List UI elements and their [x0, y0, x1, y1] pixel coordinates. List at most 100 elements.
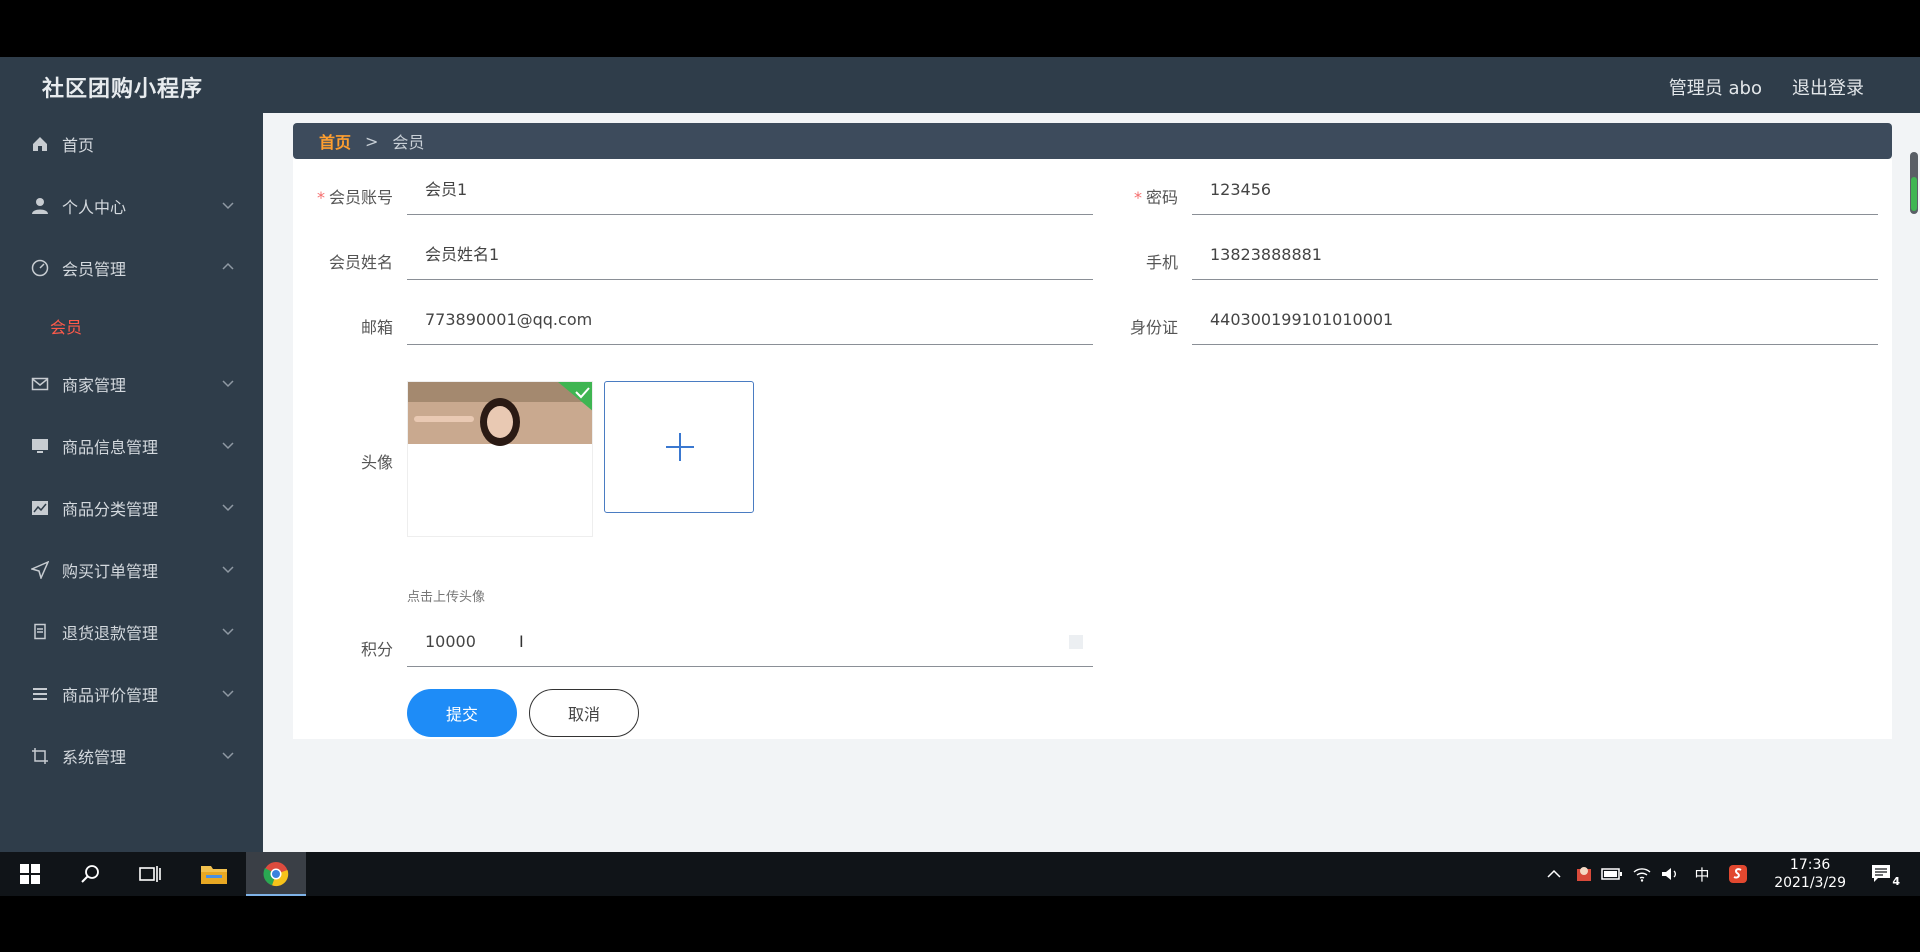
password-field: * 密码 123456: [1078, 169, 1878, 219]
windows-taskbar: 中 17:36 2021/3/29 4: [0, 852, 1920, 896]
required-marker: *: [316, 188, 325, 207]
email-input[interactable]: 773890001@qq.com: [407, 303, 1093, 345]
sidebar-item-label: 退货退款管理: [62, 624, 159, 643]
sidebar-item-purchase-orders[interactable]: 购买订单管理: [0, 539, 263, 601]
text-cursor-icon: I: [519, 632, 524, 651]
sidebar: 首页 个人中心 会员管理 会员 商家管理 商品信息管理 商品分类管理 购买订单管…: [0, 113, 263, 895]
chevron-down-icon: [222, 504, 234, 512]
sidebar-item-label: 首页: [62, 136, 95, 155]
chrome-icon[interactable]: [260, 858, 292, 890]
sidebar-item-label: 商品分类管理: [62, 500, 159, 519]
phone-input[interactable]: 13823888881: [1192, 238, 1878, 280]
avatar-preview[interactable]: [407, 381, 593, 537]
task-view-icon[interactable]: [134, 858, 166, 890]
chevron-up-icon: [222, 262, 234, 270]
notifications-icon[interactable]: 4: [1866, 858, 1900, 890]
mail-icon: [30, 374, 50, 394]
account-input[interactable]: 会员1: [407, 173, 1093, 215]
receipt-icon: [30, 622, 50, 642]
chevron-down-icon: [222, 442, 234, 450]
cancel-button[interactable]: 取消: [529, 689, 639, 737]
submit-button[interactable]: 提交: [407, 689, 517, 737]
sidebar-item-product-category[interactable]: 商品分类管理: [0, 477, 263, 539]
sidebar-item-profile[interactable]: 个人中心: [0, 175, 263, 237]
chevron-down-icon: [222, 690, 234, 698]
sidebar-item-product-reviews[interactable]: 商品评价管理: [0, 663, 263, 725]
chevron-down-icon: [222, 202, 234, 210]
top-header: 社区团购小程序 管理员 abo 退出登录: [0, 57, 1920, 113]
chevron-down-icon: [222, 628, 234, 636]
breadcrumb: 首页 > 会员: [293, 123, 1892, 159]
sidebar-item-label: 个人中心: [62, 198, 127, 217]
email-label: 邮箱: [360, 318, 393, 337]
chevron-down-icon: [222, 566, 234, 574]
email-field: 邮箱 773890001@qq.com: [293, 299, 1093, 349]
sidebar-item-label: 商品信息管理: [62, 438, 159, 457]
admin-user-label[interactable]: 管理员 abo: [1669, 74, 1762, 100]
list-icon: [30, 684, 50, 704]
sidebar-item-product-info[interactable]: 商品信息管理: [0, 415, 263, 477]
points-value: 10000: [425, 632, 476, 651]
points-field: 积分 10000 I: [293, 621, 1093, 671]
show-hidden-icons-icon[interactable]: [1538, 858, 1570, 890]
ime-indicator[interactable]: 中: [1686, 858, 1718, 890]
search-icon[interactable]: [74, 858, 106, 890]
chevron-down-icon: [222, 380, 234, 388]
breadcrumb-home-link[interactable]: 首页: [319, 129, 351, 153]
password-label: * 密码: [1133, 188, 1178, 207]
sidebar-item-system-management[interactable]: 系统管理: [0, 725, 263, 787]
name-input[interactable]: 会员姓名1: [407, 238, 1093, 280]
windows-start-icon[interactable]: [14, 858, 46, 890]
id-card-input[interactable]: 440300199101010001: [1192, 303, 1878, 345]
plus-icon: [666, 433, 694, 461]
chevron-down-icon: [222, 752, 234, 760]
send-icon: [30, 560, 50, 580]
main-content: 首页 > 会员 * 会员账号 会员1 * 密码 123456 会员姓名 会员姓名1 …: [263, 113, 1920, 895]
volume-icon[interactable]: [1654, 858, 1686, 890]
phone-label: 手机: [1145, 253, 1178, 272]
phone-field: 手机 13823888881: [1078, 234, 1878, 284]
file-explorer-icon[interactable]: [198, 858, 230, 890]
sidebar-item-home[interactable]: 首页: [0, 113, 263, 175]
id-card-label: 身份证: [1129, 318, 1178, 337]
taskbar-clock[interactable]: 17:36 2021/3/29: [1774, 856, 1846, 892]
header-actions: 管理员 abo 退出登录: [1669, 74, 1864, 100]
points-input[interactable]: 10000 I: [407, 625, 1093, 667]
clock-date: 2021/3/29: [1774, 875, 1846, 891]
breadcrumb-separator: >: [365, 131, 379, 151]
sogou-input-icon[interactable]: [1722, 858, 1754, 890]
app-title: 社区团购小程序: [42, 77, 204, 102]
sidebar-item-label: 商家管理: [62, 376, 127, 395]
notification-badge: 4: [1892, 875, 1900, 888]
scrollbar-indicator: [1911, 177, 1917, 211]
name-field: 会员姓名 会员姓名1: [293, 234, 1093, 284]
sidebar-item-label: 系统管理: [62, 748, 127, 767]
sidebar-subitem-member[interactable]: 会员: [0, 299, 263, 353]
avatar-upload-button[interactable]: [604, 381, 754, 513]
sidebar-item-returns-refunds[interactable]: 退货退款管理: [0, 601, 263, 663]
upload-hint: 点击上传头像: [407, 590, 486, 605]
breadcrumb-current: 会员: [392, 133, 425, 152]
monitor-icon: [30, 436, 50, 456]
crop-icon: [30, 746, 50, 766]
points-label: 积分: [360, 640, 393, 659]
sidebar-item-label: 会员管理: [62, 260, 127, 279]
sidebar-item-member-management[interactable]: 会员管理: [0, 237, 263, 299]
id-card-field: 身份证 440300199101010001: [1078, 299, 1878, 349]
home-icon: [30, 134, 50, 154]
logout-link[interactable]: 退出登录: [1792, 74, 1864, 100]
required-marker: *: [1133, 188, 1142, 207]
battery-icon[interactable]: [1596, 858, 1628, 890]
chart-icon: [30, 498, 50, 518]
avatar-label: 头像: [360, 453, 393, 472]
sidebar-item-merchant-management[interactable]: 商家管理: [0, 353, 263, 415]
input-clear-icon[interactable]: [1069, 635, 1083, 649]
password-input[interactable]: 123456: [1192, 173, 1878, 215]
account-label: * 会员账号: [316, 188, 393, 207]
name-label: 会员姓名: [328, 253, 393, 272]
avatar-image: [408, 382, 592, 446]
browser-viewport: 社区团购小程序 管理员 abo 退出登录 首页 个人中心 会员管理 会员 商家管…: [0, 57, 1920, 895]
member-form: * 会员账号 会员1 * 密码 123456 会员姓名 会员姓名1 手机 13823…: [293, 159, 1892, 739]
sidebar-item-label: 购买订单管理: [62, 562, 159, 581]
dashboard-icon: [30, 258, 50, 278]
